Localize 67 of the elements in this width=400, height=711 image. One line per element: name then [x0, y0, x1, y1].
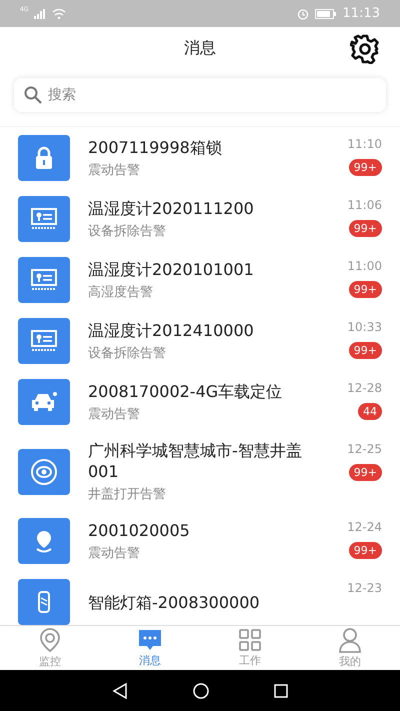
- message-title: 2008170002-4G车载定位: [88, 381, 284, 402]
- message-subtitle: 震动告警: [88, 406, 141, 423]
- unread-count-badge: 99+: [348, 220, 382, 237]
- message-time: 12-28: [347, 381, 382, 395]
- message-time: 12-25: [347, 442, 382, 456]
- message-subtitle: 震动告警: [88, 545, 141, 562]
- unread-count-badge: 99+: [348, 542, 382, 559]
- home-icon: [192, 682, 209, 698]
- search-icon: [24, 86, 42, 104]
- message-title: 温湿度计2012410000: [88, 320, 255, 341]
- car-icon: [30, 391, 58, 413]
- signal-icon: [34, 8, 46, 18]
- message-time: 11:00: [347, 259, 382, 273]
- unread-count-badge: 99+: [348, 464, 382, 481]
- recents-icon: [274, 684, 288, 698]
- message-time: 12-23: [347, 581, 382, 595]
- message-time: 11:10: [347, 137, 382, 151]
- unread-count-badge: 99+: [348, 159, 382, 176]
- recents-button[interactable]: [274, 684, 288, 698]
- chat-bubble-icon: [137, 628, 163, 652]
- message-time: 10:33: [347, 320, 382, 334]
- settings-icon: [350, 34, 380, 64]
- message-item[interactable]: 智能灯箱-2008300000 12-23: [0, 571, 400, 625]
- unread-count-badge: 99+: [348, 342, 382, 359]
- location-pin-icon: [38, 627, 62, 653]
- message-title: 广州科学城智慧城市-智慧井盖001: [88, 440, 303, 482]
- message-item[interactable]: 2001020005 震动告警 12-24 99+: [0, 510, 400, 571]
- message-subtitle: 设备拆除告警: [88, 345, 167, 362]
- message-subtitle: 井盖打开告警: [88, 486, 167, 503]
- meter-icon: [31, 208, 57, 230]
- person-icon: [338, 627, 362, 653]
- wifi-icon: [52, 8, 66, 18]
- message-subtitle: 设备拆除告警: [88, 223, 167, 240]
- message-time: 11:06: [347, 198, 382, 212]
- message-time: 12-24: [347, 520, 382, 534]
- unread-count-badge: 44: [358, 403, 382, 420]
- message-item[interactable]: 2007119998箱锁 震动告警 11:10 99+: [0, 127, 400, 188]
- manhole-cover-icon: [30, 458, 58, 486]
- message-item[interactable]: 温湿度计2012410000 设备拆除告警 10:33 99+: [0, 310, 400, 371]
- message-title: 2001020005: [88, 520, 191, 541]
- padlock-icon: [33, 146, 55, 170]
- message-item[interactable]: 温湿度计2020111200 设备拆除告警 11:06 99+: [0, 188, 400, 249]
- message-title: 2007119998箱锁: [88, 137, 223, 158]
- page-title: 消息: [184, 38, 216, 59]
- settings-button[interactable]: [350, 34, 380, 64]
- message-item[interactable]: 广州科学城智慧城市-智慧井盖001 井盖打开告警 12-25 99+: [0, 432, 400, 510]
- location-pin-icon: [34, 529, 54, 553]
- meter-icon: [31, 330, 57, 352]
- meter-icon: [31, 269, 57, 291]
- battery-icon: [314, 8, 337, 18]
- alarm-icon: [296, 8, 309, 20]
- message-item[interactable]: 2008170002-4G车载定位 震动告警 12-28 44: [0, 371, 400, 432]
- message-item[interactable]: 温湿度计2020101001 高湿度告警 11:00 99+: [0, 249, 400, 310]
- message-subtitle: 高湿度告警: [88, 284, 154, 301]
- home-button[interactable]: [192, 682, 209, 698]
- clock-time: 11:13: [342, 6, 380, 21]
- unread-count-badge: 99+: [348, 281, 382, 298]
- lamp-icon: [37, 590, 51, 614]
- message-title: 温湿度计2020101001: [88, 259, 255, 280]
- back-icon: [112, 682, 128, 698]
- message-title: 智能灯箱-2008300000: [88, 592, 261, 612]
- tab[interactable]: 消息: [100, 626, 200, 670]
- message-subtitle: 震动告警: [88, 162, 141, 179]
- back-button[interactable]: [112, 682, 128, 698]
- message-title: 温湿度计2020111200: [88, 198, 255, 219]
- grid-icon: [238, 628, 262, 652]
- search-field[interactable]: 搜索: [14, 78, 386, 112]
